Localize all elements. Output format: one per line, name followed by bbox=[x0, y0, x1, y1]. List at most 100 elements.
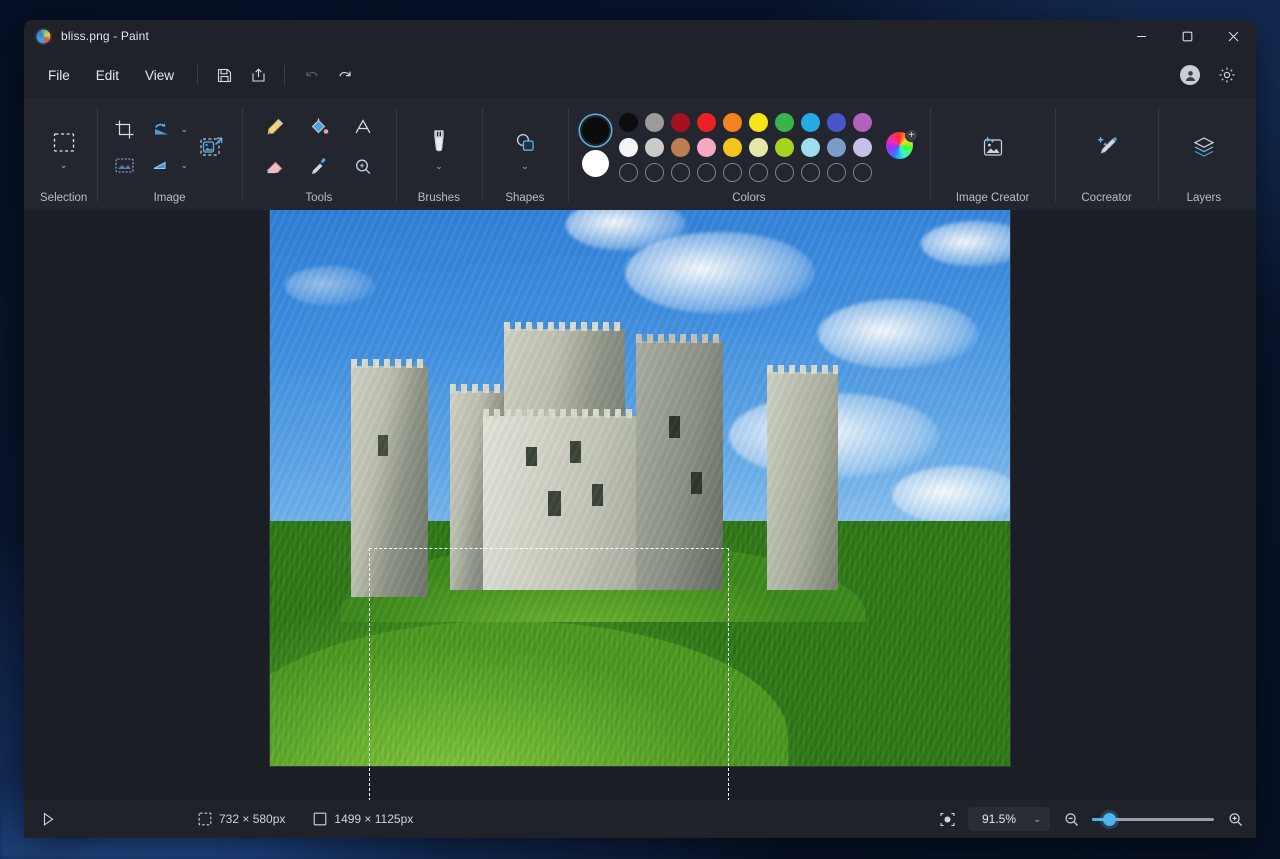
account-avatar[interactable] bbox=[1180, 65, 1200, 85]
chevron-down-icon-brushes[interactable]: ⌄ bbox=[435, 162, 443, 170]
castle-tower-farright bbox=[767, 372, 838, 590]
cocreator-icon[interactable] bbox=[1087, 127, 1127, 167]
color-swatch-primary-4[interactable] bbox=[723, 113, 742, 132]
text-icon[interactable] bbox=[346, 110, 380, 144]
rectangular-selection-icon[interactable]: ⌄ bbox=[41, 126, 87, 169]
share-icon[interactable] bbox=[241, 60, 275, 90]
resize-image-icon[interactable] bbox=[192, 127, 232, 167]
selection-size-value: 732 × 580px bbox=[219, 812, 285, 826]
ribbon-group-label-shapes: Shapes bbox=[505, 192, 544, 204]
color-swatch-custom-4[interactable] bbox=[723, 163, 742, 182]
window-title: bliss.png - Paint bbox=[61, 29, 149, 43]
color-swatch-secondary-4[interactable] bbox=[723, 138, 742, 157]
menu-edit[interactable]: Edit bbox=[84, 62, 131, 89]
castle-tower-right bbox=[636, 341, 724, 590]
gear-icon[interactable] bbox=[1210, 60, 1244, 90]
color-swatch-primary-8[interactable] bbox=[827, 113, 846, 132]
canvas-area[interactable]: Keep bbox=[24, 210, 1256, 800]
castle-window bbox=[378, 435, 388, 457]
castle-window bbox=[691, 472, 702, 494]
color-swatch-custom-2[interactable] bbox=[671, 163, 690, 182]
chevron-down-icon[interactable]: ⌄ bbox=[60, 161, 68, 169]
color-swatch-primary-9[interactable] bbox=[853, 113, 872, 132]
color-swatch-secondary-0[interactable] bbox=[619, 138, 638, 157]
undo-icon[interactable] bbox=[294, 60, 328, 90]
redo-icon[interactable] bbox=[328, 60, 362, 90]
layers-icon[interactable] bbox=[1184, 127, 1224, 167]
color-swatch-custom-3[interactable] bbox=[697, 163, 716, 182]
color-swatch-custom-6[interactable] bbox=[775, 163, 794, 182]
image-canvas[interactable] bbox=[270, 210, 1010, 766]
ribbon-group-label-image: Image bbox=[154, 192, 186, 204]
primary-color-swatch[interactable] bbox=[582, 117, 609, 144]
color-swatch-custom-7[interactable] bbox=[801, 163, 820, 182]
color-swatch-primary-3[interactable] bbox=[697, 113, 716, 132]
chevron-down-icon-shapes[interactable]: ⌄ bbox=[521, 162, 529, 170]
maximize-button[interactable] bbox=[1164, 20, 1210, 52]
color-swatch-custom-5[interactable] bbox=[749, 163, 768, 182]
color-swatch-secondary-7[interactable] bbox=[801, 138, 820, 157]
image-size-icon bbox=[313, 812, 327, 826]
window-controls bbox=[1118, 20, 1256, 52]
color-swatch-primary-5[interactable] bbox=[749, 113, 768, 132]
ribbon-toolbar: ⌄ Selection bbox=[24, 98, 1256, 210]
flip-icon[interactable] bbox=[145, 148, 179, 182]
title-bar: bliss.png - Paint bbox=[24, 20, 1256, 52]
pencil-icon[interactable] bbox=[258, 110, 292, 144]
menubar-right-group bbox=[1180, 60, 1244, 90]
crop-icon[interactable] bbox=[107, 112, 141, 146]
color-swatch-secondary-5[interactable] bbox=[749, 138, 768, 157]
close-button[interactable] bbox=[1210, 20, 1256, 52]
remove-background-icon[interactable] bbox=[107, 148, 141, 182]
castle-window bbox=[526, 447, 537, 466]
color-picker-icon[interactable] bbox=[302, 150, 336, 184]
rotate-icon[interactable] bbox=[145, 112, 179, 146]
color-swatch-secondary-2[interactable] bbox=[671, 138, 690, 157]
color-swatch-secondary-9[interactable] bbox=[853, 138, 872, 157]
chevron-down-icon-zoom[interactable]: ⌄ bbox=[1033, 815, 1041, 823]
zoom-level-value: 91.5% bbox=[982, 812, 1016, 826]
ribbon-group-layers: Layers bbox=[1158, 98, 1250, 210]
brush-icon[interactable]: ⌄ bbox=[416, 125, 462, 170]
chevron-down-icon-rotate[interactable]: ⌄ bbox=[180, 125, 188, 133]
color-swatch-custom-8[interactable] bbox=[827, 163, 846, 182]
color-swatch-secondary-6[interactable] bbox=[775, 138, 794, 157]
color-wheel-icon[interactable]: + bbox=[886, 132, 916, 162]
zoom-slider[interactable] bbox=[1092, 811, 1214, 827]
magnifier-icon[interactable] bbox=[346, 150, 380, 184]
fit-to-window-icon[interactable] bbox=[934, 806, 960, 832]
color-swatch-primary-7[interactable] bbox=[801, 113, 820, 132]
secondary-color-swatch[interactable] bbox=[582, 150, 609, 177]
color-swatch-custom-9[interactable] bbox=[853, 163, 872, 182]
fill-icon[interactable] bbox=[302, 110, 336, 144]
castle-window bbox=[592, 484, 603, 506]
image-size-value: 1499 × 1125px bbox=[334, 812, 413, 826]
color-swatch-primary-6[interactable] bbox=[775, 113, 794, 132]
minimize-button[interactable] bbox=[1118, 20, 1164, 52]
shapes-icon[interactable]: ⌄ bbox=[502, 125, 548, 170]
chevron-down-icon-flip[interactable]: ⌄ bbox=[180, 161, 188, 169]
color-palette bbox=[619, 113, 872, 182]
save-icon[interactable] bbox=[207, 60, 241, 90]
color-swatch-custom-0[interactable] bbox=[619, 163, 638, 182]
color-row-custom bbox=[619, 163, 872, 182]
zoom-slider-thumb[interactable] bbox=[1103, 813, 1116, 826]
add-color-badge[interactable]: + bbox=[905, 129, 918, 142]
menu-file[interactable]: File bbox=[36, 62, 82, 89]
color-swatch-secondary-1[interactable] bbox=[645, 138, 664, 157]
color-swatch-primary-1[interactable] bbox=[645, 113, 664, 132]
zoom-in-button[interactable] bbox=[1222, 806, 1248, 832]
color-swatch-primary-2[interactable] bbox=[671, 113, 690, 132]
image-creator-icon[interactable] bbox=[973, 127, 1013, 167]
ribbon-group-cocreator: Cocreator bbox=[1055, 98, 1158, 210]
color-swatch-secondary-3[interactable] bbox=[697, 138, 716, 157]
ribbon-group-label-selection: Selection bbox=[40, 192, 87, 204]
zoom-out-button[interactable] bbox=[1058, 806, 1084, 832]
eraser-icon[interactable] bbox=[258, 150, 292, 184]
color-swatch-primary-0[interactable] bbox=[619, 113, 638, 132]
zoom-level-select[interactable]: 91.5% ⌄ bbox=[968, 807, 1050, 831]
color-swatch-secondary-8[interactable] bbox=[827, 138, 846, 157]
menu-view[interactable]: View bbox=[133, 62, 186, 89]
castle-window bbox=[570, 441, 581, 463]
color-swatch-custom-1[interactable] bbox=[645, 163, 664, 182]
